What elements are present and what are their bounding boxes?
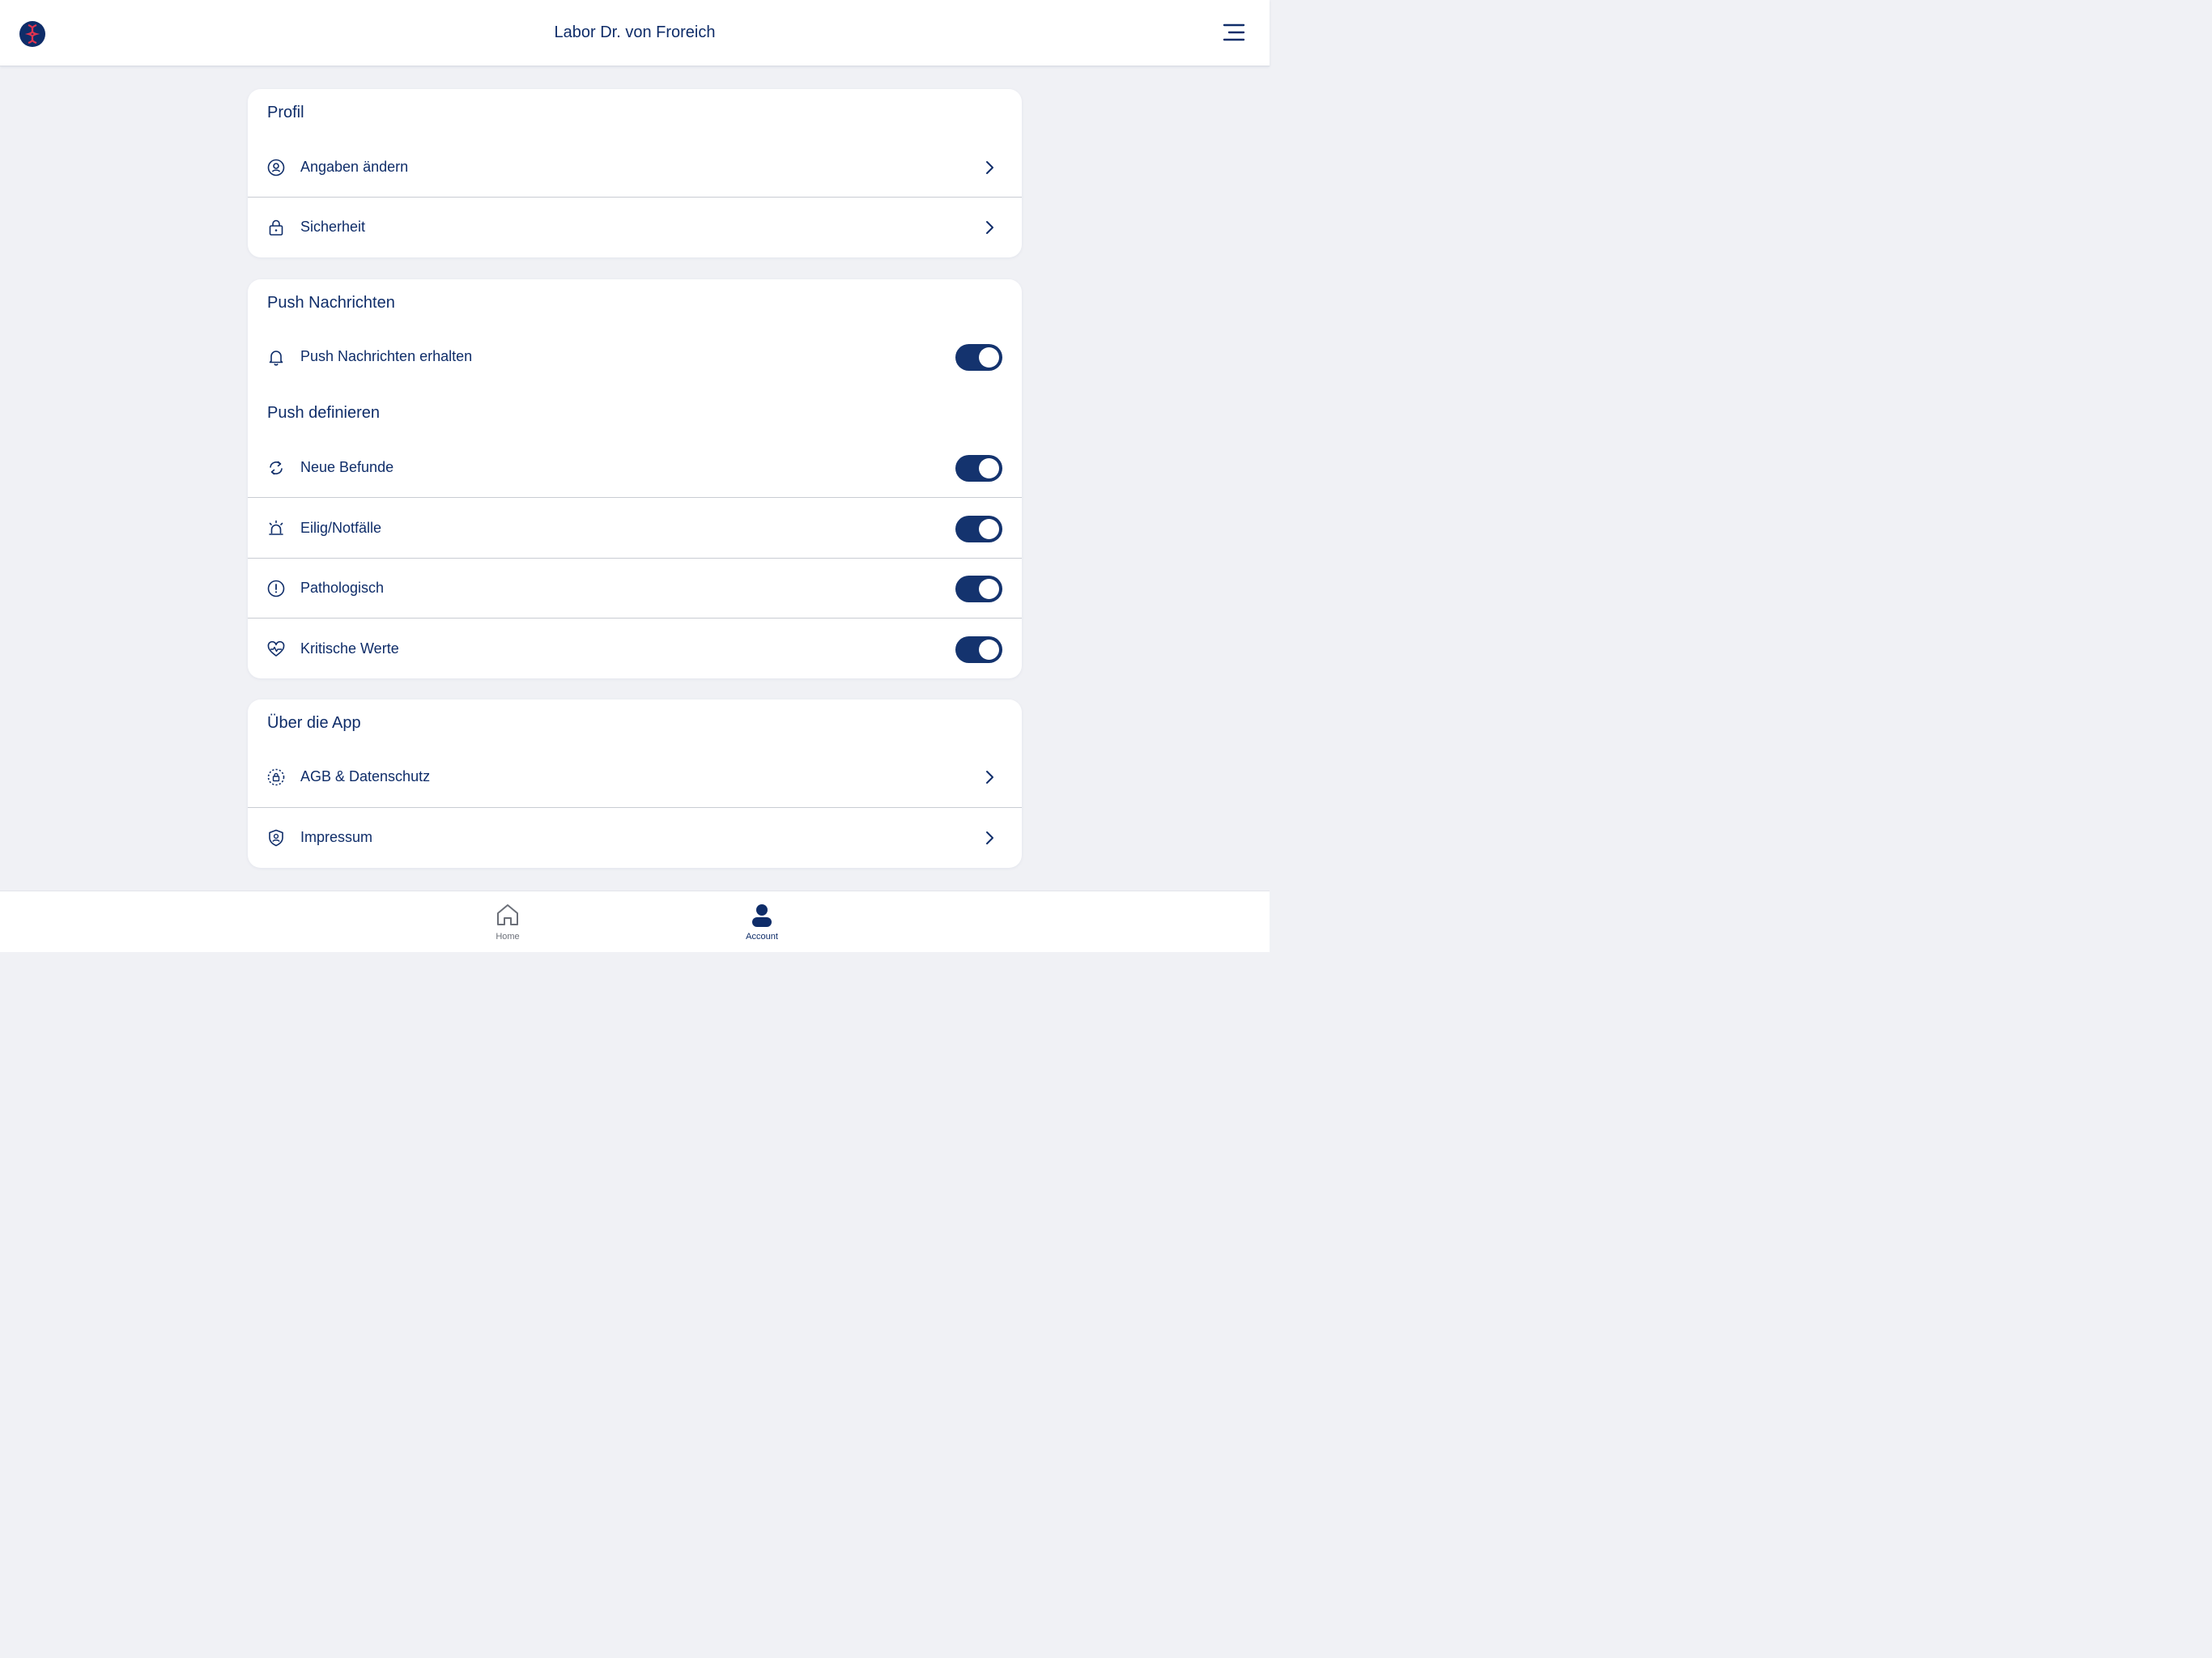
home-icon (497, 904, 518, 925)
terms-privacy-row[interactable]: AGB & Datenschutz (248, 747, 1022, 808)
chevron-right-icon (986, 221, 993, 234)
toggle-knob (979, 458, 999, 478)
bottom-tab-bar: Home Account (0, 891, 1270, 952)
pathological-row: Pathologisch (248, 559, 1022, 619)
imprint-row[interactable]: Impressum (248, 808, 1022, 868)
profile-section-title: Profil (267, 104, 304, 121)
critical-values-label: Kritische Werte (300, 640, 399, 657)
about-card: Über die App AGB & Datenschutz Impressum (248, 699, 1022, 868)
push-card: Push Nachrichten Push Nachrichten erhalt… (248, 279, 1022, 678)
critical-values-row: Kritische Werte (248, 619, 1022, 678)
menu-icon[interactable] (1223, 23, 1245, 42)
tab-home[interactable]: Home (459, 891, 556, 953)
tab-home-label: Home (496, 932, 520, 942)
new-results-label: Neue Befunde (300, 459, 394, 475)
alert-circle-icon (267, 580, 285, 597)
pathological-toggle[interactable] (955, 576, 1002, 602)
pathological-label: Pathologisch (300, 580, 385, 596)
toggle-knob (979, 579, 999, 599)
push-define-title: Push definieren (267, 404, 380, 422)
chevron-right-icon (986, 161, 993, 174)
heart-pulse-icon (267, 640, 285, 657)
urgent-row: Eilig/Notfälle (248, 499, 1022, 559)
chevron-right-icon (986, 771, 993, 784)
refresh-icon (270, 461, 283, 475)
imprint-label: Impressum (300, 829, 373, 845)
shield-user-icon (269, 829, 283, 847)
chevron-right-icon (986, 831, 993, 844)
urgent-label: Eilig/Notfälle (300, 520, 382, 536)
edit-profile-row[interactable]: Angaben ändern (248, 138, 1022, 198)
toggle-knob (979, 519, 999, 539)
edit-profile-label: Angaben ändern (300, 159, 409, 175)
lock-icon (269, 219, 283, 236)
app-title: Labor Dr. von Froreich (554, 23, 716, 41)
security-label: Sicherheit (300, 219, 366, 235)
critical-values-toggle[interactable] (955, 636, 1002, 663)
user-icon (752, 904, 772, 927)
push-receive-toggle[interactable] (955, 344, 1002, 371)
bell-icon (269, 351, 283, 366)
push-receive-row: Push Nachrichten erhalten (248, 327, 1022, 387)
new-results-toggle[interactable] (955, 455, 1002, 482)
top-bar: Labor Dr. von Froreich (0, 0, 1270, 66)
new-results-row: Neue Befunde (248, 438, 1022, 498)
privacy-lock-icon (267, 768, 285, 786)
toggle-knob (979, 640, 999, 660)
security-row[interactable]: Sicherheit (248, 198, 1022, 257)
tab-account-label: Account (746, 932, 778, 942)
user-circle-icon (267, 159, 285, 176)
toggle-knob (979, 347, 999, 368)
profile-card: Profil Angaben ändern Sicherheit (248, 89, 1022, 257)
about-section-title: Über die App (267, 714, 361, 732)
terms-privacy-label: AGB & Datenschutz (300, 768, 431, 784)
push-section-title: Push Nachrichten (267, 294, 395, 312)
siren-icon (269, 520, 283, 535)
push-receive-label: Push Nachrichten erhalten (300, 348, 473, 364)
urgent-toggle[interactable] (955, 516, 1002, 542)
tab-account[interactable]: Account (713, 891, 810, 953)
